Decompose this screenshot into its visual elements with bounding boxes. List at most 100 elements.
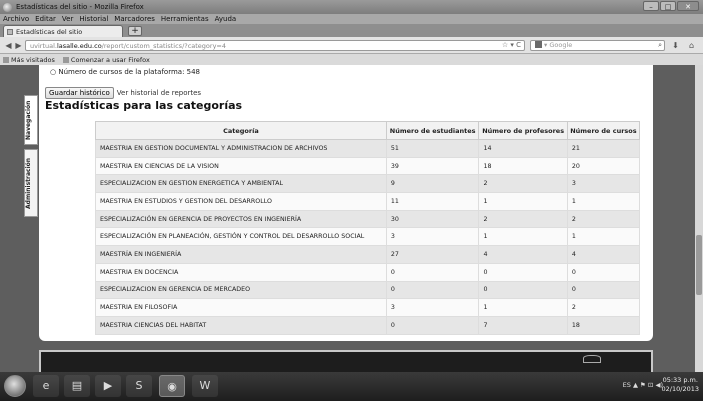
- forward-icon[interactable]: ▶: [13, 40, 24, 51]
- navigation-toolbar: ◀ ▶ uvirtual. lasalle.edu.co/report/custo…: [0, 37, 703, 54]
- cell-estudiantes: 3: [385, 298, 480, 317]
- start-button[interactable]: [4, 375, 26, 397]
- search-bar[interactable]: ▾ Google ⌕: [530, 40, 665, 51]
- menu-editar[interactable]: Editar: [35, 15, 56, 23]
- skype-icon[interactable]: S: [126, 375, 152, 397]
- cell-profesores: 2: [478, 209, 568, 229]
- system-clock[interactable]: 05:33 p.m. 02/10/2013: [662, 376, 699, 394]
- window-title: Estadísticas del sitio - Mozilla Firefox: [16, 3, 144, 11]
- bookmark-label: Más visitados: [11, 55, 55, 64]
- cell-profesores: 4: [478, 245, 568, 264]
- url-actions: ☆ ▾ C: [501, 41, 521, 49]
- bookmarks-toolbar: Más visitados Comenzar a usar Firefox: [0, 54, 703, 65]
- menu-historial[interactable]: Historial: [79, 15, 108, 23]
- cell-cursos: 1: [566, 227, 641, 247]
- cell-estudiantes: 0: [385, 280, 480, 300]
- menu-bar: Archivo Editar Ver Historial Marcadores …: [0, 14, 703, 24]
- cell-categoria: ESPECIALIZACION EN GESTION ENERGETICA Y …: [95, 174, 387, 194]
- window-controls: – □ ✕: [643, 1, 699, 11]
- report-actions: Guardar histórico Ver historial de repor…: [45, 87, 201, 99]
- close-icon[interactable]: ✕: [677, 1, 699, 11]
- menu-herramientas[interactable]: Herramientas: [161, 15, 209, 23]
- menu-archivo[interactable]: Archivo: [3, 15, 29, 23]
- view-history-link[interactable]: Ver historial de reportes: [117, 89, 201, 97]
- window-titlebar: Estadísticas del sitio - Mozilla Firefox…: [0, 0, 703, 14]
- cell-categoria: MAESTRIA EN ESTUDIOS Y GESTION DEL DESAR…: [95, 192, 387, 211]
- vertical-scrollbar[interactable]: [695, 65, 703, 372]
- cell-profesores: 1: [478, 192, 568, 211]
- menu-ayuda[interactable]: Ayuda: [215, 15, 237, 23]
- cell-profesores: 2: [478, 174, 568, 194]
- category-stats-table: Categoría Número de estudiantes Número d…: [95, 121, 641, 335]
- cell-estudiantes: 3: [385, 227, 480, 247]
- dock-tab-navegacion[interactable]: Navegación: [24, 95, 38, 145]
- cell-profesores: 1: [478, 298, 568, 317]
- cell-cursos: 20: [566, 156, 641, 176]
- page-title: Estadísticas para las categorías: [45, 99, 243, 112]
- cell-categoria: MAESTRIA EN GESTION DOCUMENTAL Y ADMINIS…: [95, 139, 387, 158]
- word-icon[interactable]: W: [192, 375, 218, 397]
- tab-label: Estadísticas del sitio: [16, 27, 83, 36]
- scrollbar-thumb[interactable]: [696, 235, 702, 295]
- search-placeholder: Google: [549, 41, 573, 49]
- search-engine-icon[interactable]: [535, 41, 542, 48]
- bookmark-mas-visitados[interactable]: Más visitados: [3, 56, 55, 64]
- col-header-estudiantes: Número de estudiantes: [385, 121, 480, 140]
- search-icon[interactable]: ⌕: [658, 41, 662, 50]
- cell-categoria: ESPECIALIZACION EN GERENCIA DE MERCADEO: [95, 280, 387, 300]
- cell-cursos: 4: [566, 245, 641, 264]
- download-icon[interactable]: ⬇: [670, 40, 681, 51]
- bookmark-star-icon[interactable]: ☆: [502, 41, 508, 49]
- table-row: MAESTRÍA EN INGENIERÍA 27 4 4: [95, 245, 641, 264]
- cell-cursos: 1: [566, 192, 641, 211]
- table-row: ESPECIALIZACIÓN EN GERENCIA DE PROYECTOS…: [95, 209, 641, 229]
- cell-estudiantes: 0: [385, 262, 480, 282]
- windows-taskbar: e ▤ ▶ S ◉ W ES ▲ ⚑ ⊡ ◀) 05:33 p.m. 02/10…: [0, 372, 703, 401]
- table-row: ESPECIALIZACION EN GESTION ENERGETICA Y …: [95, 174, 641, 194]
- page-viewport: Navegación Administración ○ Número de cu…: [0, 65, 703, 372]
- cell-categoria: ESPECIALIZACIÓN EN GERENCIA DE PROYECTOS…: [95, 209, 387, 229]
- minimize-icon[interactable]: –: [643, 1, 659, 11]
- new-tab-button[interactable]: +: [128, 26, 142, 36]
- language-indicator[interactable]: ES: [623, 381, 631, 389]
- internet-explorer-icon[interactable]: e: [33, 375, 59, 397]
- reload-icon[interactable]: C: [516, 41, 521, 49]
- media-player-icon[interactable]: ▶: [95, 375, 121, 397]
- menu-ver[interactable]: Ver: [62, 15, 73, 23]
- file-explorer-icon[interactable]: ▤: [64, 375, 90, 397]
- table-row: MAESTRIA EN DOCENCIA 0 0 0: [95, 262, 641, 282]
- url-domain: lasalle.edu.co: [56, 41, 102, 50]
- cell-categoria: MAESTRIA EN DOCENCIA: [95, 262, 387, 282]
- cell-categoria: MAESTRIA EN FILOSOFIA: [95, 298, 387, 317]
- page-footer: [39, 350, 653, 372]
- cell-estudiantes: 0: [385, 315, 480, 335]
- cell-categoria: ESPECIALIZACIÓN EN PLANEACIÓN, GESTIÓN Y…: [95, 227, 387, 247]
- tab-strip: Estadísticas del sitio +: [0, 24, 703, 37]
- table-row: MAESTRIA CIENCIAS DEL HABITAT 0 7 18: [95, 315, 641, 335]
- url-bar[interactable]: uvirtual. lasalle.edu.co/report/custom_st…: [25, 40, 525, 51]
- menu-marcadores[interactable]: Marcadores: [114, 15, 155, 23]
- system-tray: ES ▲ ⚑ ⊡ ◀): [623, 381, 663, 389]
- cell-cursos: 0: [566, 280, 641, 300]
- col-header-cursos: Número de cursos: [566, 121, 641, 140]
- cell-profesores: 7: [478, 315, 568, 335]
- url-prefix: uvirtual.: [30, 41, 57, 50]
- home-icon[interactable]: ⌂: [686, 40, 697, 51]
- save-history-button[interactable]: Guardar histórico: [45, 87, 114, 99]
- cell-cursos: 0: [566, 262, 641, 282]
- bookmark-comenzar[interactable]: Comenzar a usar Firefox: [62, 56, 150, 64]
- maximize-icon[interactable]: □: [660, 1, 676, 11]
- bookmark-folder-icon: [3, 56, 9, 63]
- dock-tab-administracion[interactable]: Administración: [24, 149, 38, 217]
- cell-profesores: 18: [478, 156, 568, 176]
- cell-estudiantes: 27: [385, 245, 480, 264]
- clock-date: 02/10/2013: [661, 385, 699, 393]
- tab-estadisticas[interactable]: Estadísticas del sitio: [3, 25, 123, 37]
- cell-profesores: 14: [478, 139, 568, 158]
- network-icon[interactable]: ⊡: [648, 381, 653, 389]
- tray-expand-icon[interactable]: ▲: [633, 381, 638, 389]
- table-row: ESPECIALIZACION EN GERENCIA DE MERCADEO 0…: [95, 280, 641, 300]
- firefox-taskbar-icon[interactable]: ◉: [159, 375, 185, 397]
- cell-categoria: MAESTRIA EN CIENCIAS DE LA VISION: [95, 156, 387, 176]
- flag-icon[interactable]: ⚑: [640, 381, 646, 389]
